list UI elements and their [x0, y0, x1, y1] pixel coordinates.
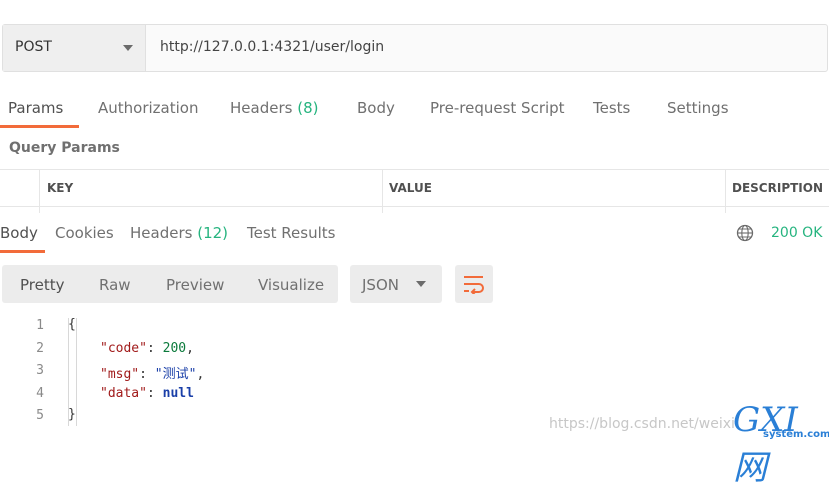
wrap-lines-icon — [463, 274, 485, 298]
site-logo: GXI网 system.com — [733, 400, 829, 488]
tab-body[interactable]: Body — [357, 99, 395, 117]
response-tab-cookies[interactable]: Cookies — [55, 224, 114, 242]
view-raw-button[interactable]: Raw — [99, 276, 131, 294]
json-line-msg: "msg": "测试", — [100, 367, 205, 382]
column-header-value: VALUE — [389, 181, 432, 195]
tab-headers[interactable]: Headers (8) — [230, 99, 318, 117]
line-number: 2 — [36, 341, 44, 356]
response-tab-test-results[interactable]: Test Results — [247, 224, 335, 242]
tab-pre-request-script[interactable]: Pre-request Script — [430, 99, 565, 117]
format-label: JSON — [362, 276, 399, 294]
column-divider — [39, 169, 40, 213]
response-tab-body[interactable]: Body — [0, 224, 38, 242]
active-tab-indicator — [0, 125, 79, 128]
method-select[interactable]: POST — [3, 25, 146, 71]
line-number: 4 — [36, 386, 44, 401]
column-header-key: KEY — [47, 181, 74, 195]
view-pretty-button[interactable]: Pretty — [20, 276, 65, 294]
view-preview-button[interactable]: Preview — [166, 276, 224, 294]
column-divider[interactable] — [725, 169, 726, 213]
chevron-down-icon — [123, 45, 133, 51]
request-bar: POST http://127.0.0.1:4321/user/login — [2, 24, 828, 72]
response-status: 200 OK — [771, 225, 823, 241]
headers-count: (8) — [297, 99, 319, 117]
wrap-lines-button[interactable] — [455, 265, 493, 303]
line-number: 3 — [36, 363, 44, 378]
tab-tests[interactable]: Tests — [593, 99, 630, 117]
chevron-down-icon — [416, 281, 426, 287]
tab-authorization[interactable]: Authorization — [98, 99, 198, 117]
view-visualize-button[interactable]: Visualize — [258, 276, 324, 294]
json-open-brace: { — [68, 317, 76, 332]
url-input[interactable]: http://127.0.0.1:4321/user/login — [160, 39, 384, 55]
query-params-title: Query Params — [9, 140, 120, 156]
json-line-code: "code": 200, — [100, 341, 194, 356]
logo-subtext: system.com — [763, 429, 829, 440]
method-label: POST — [15, 39, 52, 55]
tab-params[interactable]: Params — [8, 99, 63, 117]
watermark: https://blog.csdn.net/weixi — [549, 416, 735, 432]
response-tab-headers[interactable]: Headers (12) — [130, 224, 228, 242]
json-line-data: "data": null — [100, 386, 194, 401]
column-header-description: DESCRIPTION — [732, 181, 824, 195]
json-close-brace: } — [68, 407, 76, 422]
line-number: 1 — [36, 318, 44, 333]
globe-icon[interactable] — [736, 224, 754, 242]
column-divider[interactable] — [382, 169, 383, 213]
logo-text: GXI网 — [733, 400, 798, 488]
active-response-tab-indicator — [0, 250, 45, 253]
line-number: 5 — [36, 408, 44, 423]
tab-settings[interactable]: Settings — [667, 99, 729, 117]
response-headers-count: (12) — [197, 224, 229, 242]
